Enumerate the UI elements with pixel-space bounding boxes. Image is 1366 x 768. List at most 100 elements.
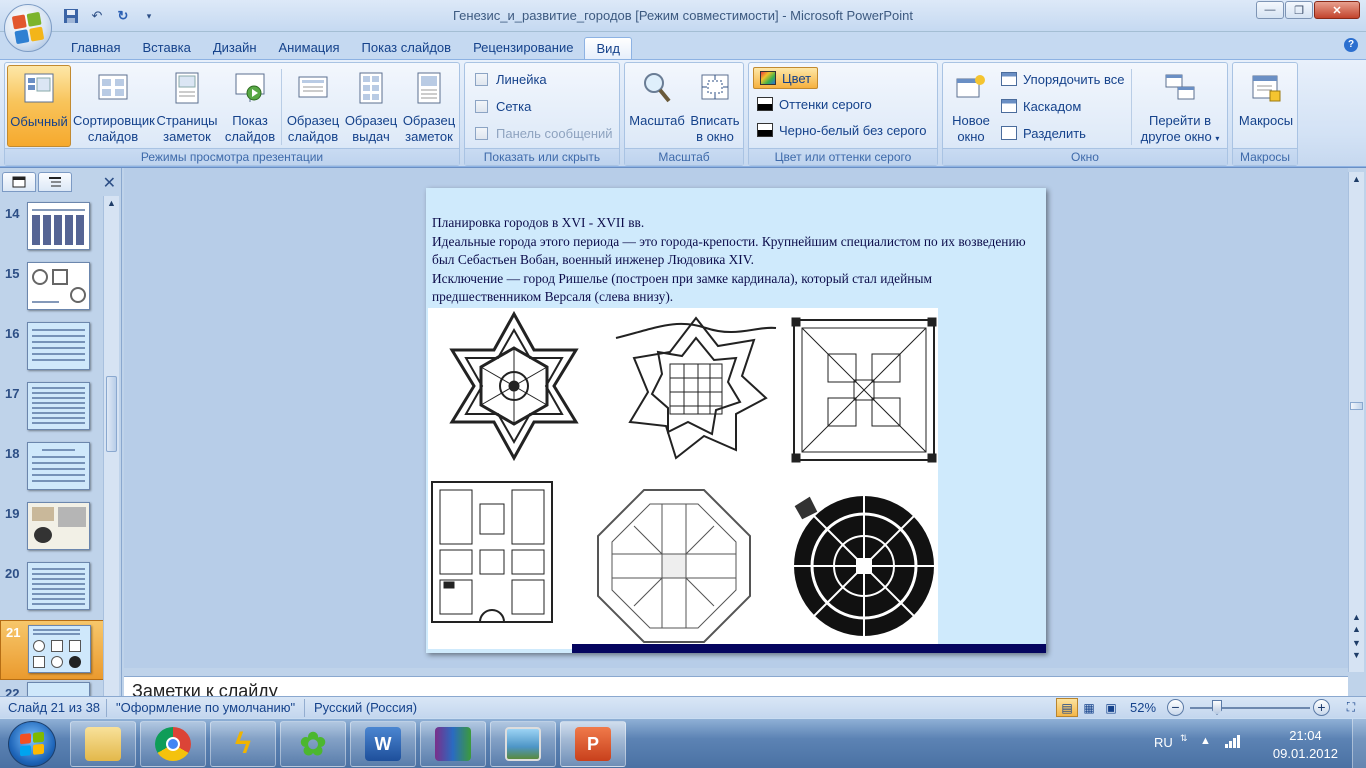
normal-view-icon[interactable]: ▤ — [1056, 698, 1078, 717]
slide-thumbnail[interactable]: 16 — [0, 322, 104, 380]
winrar-taskbar-button[interactable] — [420, 721, 486, 767]
zoom-out-icon[interactable]: − — [1167, 699, 1184, 716]
grayscale-button[interactable]: Оттенки серого — [757, 93, 872, 115]
checkbox-icon[interactable] — [475, 99, 488, 113]
close-button[interactable]: ✕ — [1314, 1, 1360, 19]
slides-tab[interactable] — [2, 172, 36, 192]
scroll-thumb[interactable] — [1350, 402, 1363, 410]
photo-viewer-taskbar-button[interactable] — [490, 721, 556, 767]
tab-review[interactable]: Рецензирование — [462, 37, 584, 60]
input-language[interactable]: RU — [1154, 735, 1173, 750]
maximize-button[interactable]: ❐ — [1285, 1, 1313, 19]
zoom-in-icon[interactable]: + — [1313, 699, 1330, 716]
slide-thumbnail[interactable]: 20 — [0, 562, 104, 620]
clock[interactable]: 21:04 09.01.2012 — [1273, 727, 1338, 763]
zoom-slider[interactable] — [1190, 707, 1310, 709]
slide-thumbnail[interactable]: 14 — [0, 202, 104, 260]
slide-canvas[interactable]: Планировка городов в XVI - XVII вв. Идеа… — [426, 188, 1046, 653]
notes-placeholder[interactable]: Заметки к слайду — [132, 681, 278, 696]
powerpoint-taskbar-button[interactable]: P — [560, 721, 626, 767]
chrome-taskbar-button[interactable] — [140, 721, 206, 767]
zoom-slider-thumb[interactable] — [1212, 700, 1222, 715]
tab-slideshow[interactable]: Показ слайдов — [351, 37, 463, 60]
scroll-up-icon[interactable]: ▲ — [1352, 174, 1361, 184]
ruler-checkbox[interactable]: Линейка — [475, 68, 547, 90]
slide-sorter-button[interactable]: Сортировщик слайдов — [73, 65, 155, 147]
handout-master-button[interactable]: Образец выдач — [343, 65, 399, 147]
next-slide-icon[interactable]: ▼ — [1352, 638, 1361, 648]
fit-slide-icon[interactable]: ⛶ — [1340, 698, 1362, 717]
picture-icon — [505, 727, 541, 761]
language-indicator[interactable]: Русский (Россия) — [314, 700, 417, 715]
slide-sorter-icon — [98, 74, 128, 100]
checkbox-icon[interactable] — [475, 72, 488, 86]
star-fortress-plan — [449, 310, 579, 462]
previous-slide-icon[interactable]: ▲ — [1352, 612, 1361, 622]
zoom-button[interactable]: Масштаб — [627, 65, 687, 147]
show-hidden-icons-icon[interactable]: ▲ — [1200, 735, 1211, 747]
archive-icon — [435, 727, 471, 761]
editor-vertical-scrollbar[interactable]: ▲ ▲ ▲ ▼ ▼ — [1348, 172, 1364, 672]
fit-to-window-button[interactable]: Вписать в окно — [687, 65, 743, 147]
system-tray: RU ⇅ ▲ 21:04 09.01.2012 — [1136, 719, 1366, 768]
macros-button[interactable]: Макросы — [1235, 65, 1297, 147]
slide-thumbnail-selected[interactable]: 21 — [0, 620, 104, 680]
tab-animation[interactable]: Анимация — [268, 37, 351, 60]
normal-view-button[interactable]: Обычный — [7, 65, 71, 147]
slides-panel: ✕ 14 15 16 17 18 19 20 21 22 ▲ — [0, 168, 122, 696]
previous-slide-icon[interactable]: ▲ — [1352, 624, 1361, 634]
slide-thumbnail[interactable]: 15 — [0, 262, 104, 320]
scroll-thumb[interactable] — [106, 376, 117, 452]
close-panel-icon[interactable]: ✕ — [103, 173, 116, 193]
icq-taskbar-button[interactable]: ✿ — [280, 721, 346, 767]
black-white-button[interactable]: Черно-белый без серого — [757, 119, 926, 141]
thumbnail-image — [27, 562, 90, 610]
group-macros: Макросы Макросы — [1232, 62, 1298, 166]
notes-pane[interactable]: Заметки к слайду — [124, 676, 1348, 696]
language-arrows-icon[interactable]: ⇅ — [1180, 733, 1188, 744]
show-desktop-button[interactable] — [1352, 719, 1366, 768]
network-icon[interactable] — [1224, 733, 1242, 752]
tab-view[interactable]: Вид — [584, 37, 632, 60]
start-button[interactable] — [8, 721, 56, 767]
slide-master-button[interactable]: Образец слайдов — [285, 65, 341, 147]
winamp-taskbar-button[interactable]: ϟ — [210, 721, 276, 767]
office-button[interactable] — [4, 4, 52, 52]
slide-sorter-icon[interactable]: ▦ — [1078, 698, 1100, 717]
slide-thumbnail[interactable]: 18 — [0, 442, 104, 500]
slideshow-button[interactable]: Показ слайдов — [221, 65, 279, 147]
slides-tab-icon — [12, 176, 26, 188]
slideshow-icon — [235, 73, 265, 102]
outline-tab[interactable] — [38, 172, 72, 192]
grayscale-icon — [757, 97, 773, 111]
color-button[interactable]: Цвет — [753, 67, 819, 89]
grid-checkbox[interactable]: Сетка — [475, 95, 531, 117]
fortress-city-plans-image[interactable] — [428, 308, 938, 649]
minimize-button[interactable]: — — [1256, 1, 1284, 19]
slide-text-box[interactable]: Планировка городов в XVI - XVII вв. Идеа… — [432, 214, 1042, 307]
cascade-button[interactable]: Каскадом — [1001, 95, 1081, 117]
arrange-all-button[interactable]: Упорядочить все — [1001, 68, 1124, 90]
slides-panel-scrollbar[interactable]: ▲ — [103, 196, 119, 696]
new-window-button[interactable]: Новое окно — [945, 65, 997, 147]
slideshow-icon[interactable]: ▣ — [1100, 698, 1122, 717]
notes-master-icon — [417, 72, 441, 104]
switch-windows-button[interactable]: Перейти в другое окно ▾ — [1135, 65, 1225, 147]
tab-home[interactable]: Главная — [60, 37, 131, 60]
slide-thumbnail[interactable]: 19 — [0, 502, 104, 560]
notes-master-button[interactable]: Образец заметок — [401, 65, 457, 147]
explorer-taskbar-button[interactable] — [70, 721, 136, 767]
windows-logo-icon — [20, 731, 44, 757]
word-taskbar-button[interactable]: W — [350, 721, 416, 767]
tab-insert[interactable]: Вставка — [131, 37, 201, 60]
next-slide-icon[interactable]: ▼ — [1352, 650, 1361, 660]
help-icon[interactable]: ? — [1344, 38, 1358, 52]
theme-name[interactable]: "Оформление по умолчанию" — [116, 700, 295, 715]
split-button[interactable]: Разделить — [1001, 122, 1086, 144]
tab-design[interactable]: Дизайн — [202, 37, 268, 60]
zoom-level[interactable]: 52% — [1130, 700, 1156, 715]
slide-thumbnail[interactable]: 17 — [0, 382, 104, 440]
scroll-up-icon[interactable]: ▲ — [107, 198, 116, 208]
slide-thumbnail[interactable]: 22 — [0, 682, 104, 696]
notes-page-button[interactable]: Страницы заметок — [155, 65, 219, 147]
